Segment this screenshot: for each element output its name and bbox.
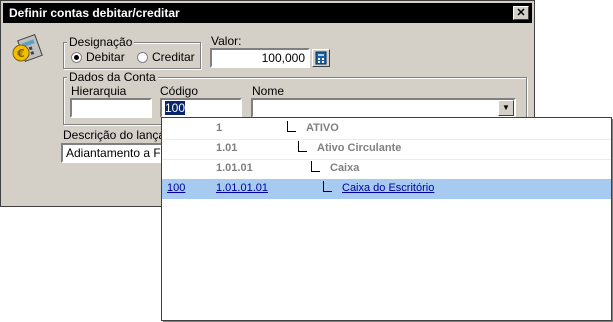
tree-connector-icon <box>311 161 320 172</box>
calculator-button[interactable] <box>312 49 330 67</box>
hierarquia-input[interactable] <box>70 98 152 118</box>
list-item-name: ATIVO <box>306 122 339 134</box>
creditar-radio[interactable] <box>137 52 148 63</box>
designacao-legend: Designação <box>67 35 135 49</box>
close-button[interactable]: ✕ <box>513 6 529 20</box>
nome-select[interactable] <box>251 98 516 118</box>
descricao-label: Descrição do lançam <box>63 128 176 142</box>
tree-connector-icon <box>287 121 296 132</box>
codigo-value: 100 <box>165 101 186 115</box>
list-item-code: 100 <box>167 182 186 194</box>
title-bar[interactable]: Definir contas debitar/creditar ✕ <box>3 3 532 23</box>
creditar-label[interactable]: Creditar <box>152 50 195 64</box>
codigo-label: Código <box>160 84 199 98</box>
account-dropdown-list[interactable]: 1 ATIVO 1.01 Ativo Circulante 1.01.01 Ca… <box>161 117 612 321</box>
tree-connector-icon <box>298 141 307 152</box>
list-item-name: Caixa do Escritório <box>342 182 435 194</box>
chevron-down-icon: ▼ <box>502 103 510 112</box>
codigo-input[interactable]: 100 <box>160 98 242 118</box>
debitar-radio[interactable] <box>71 52 82 63</box>
calculator-icon <box>315 51 327 65</box>
list-item[interactable]: 1.01.01 Caixa <box>162 159 611 179</box>
list-item-hierarchy: 1.01 <box>216 142 238 154</box>
hierarquia-label: Hierarquia <box>71 84 127 98</box>
list-item-hierarchy: 1.01.01.01 <box>216 182 268 194</box>
dados-conta-legend: Dados da Conta <box>67 70 158 84</box>
svg-text:€: € <box>16 47 25 60</box>
euro-calculator-icon: € <box>12 33 43 63</box>
list-item-name: Ativo Circulante <box>317 142 402 154</box>
valor-input[interactable]: 100,000 <box>210 48 310 68</box>
list-item[interactable]: 1 ATIVO <box>162 119 611 139</box>
nome-dropdown-button[interactable]: ▼ <box>498 100 514 116</box>
tree-connector-icon <box>323 181 332 192</box>
debitar-label[interactable]: Debitar <box>86 50 125 64</box>
list-item[interactable]: 1.01 Ativo Circulante <box>162 139 611 159</box>
nome-label: Nome <box>252 84 285 98</box>
window-title: Definir contas debitar/creditar <box>9 6 180 20</box>
valor-label: Valor: <box>211 34 242 48</box>
list-item-selected[interactable]: 100 1.01.01.01 Caixa do Escritório <box>162 179 611 199</box>
list-item-name: Caixa <box>330 162 360 174</box>
descricao-input[interactable]: Adiantamento a For <box>61 143 166 163</box>
list-item-hierarchy: 1.01.01 <box>216 162 253 174</box>
list-item-hierarchy: 1 <box>216 122 223 134</box>
